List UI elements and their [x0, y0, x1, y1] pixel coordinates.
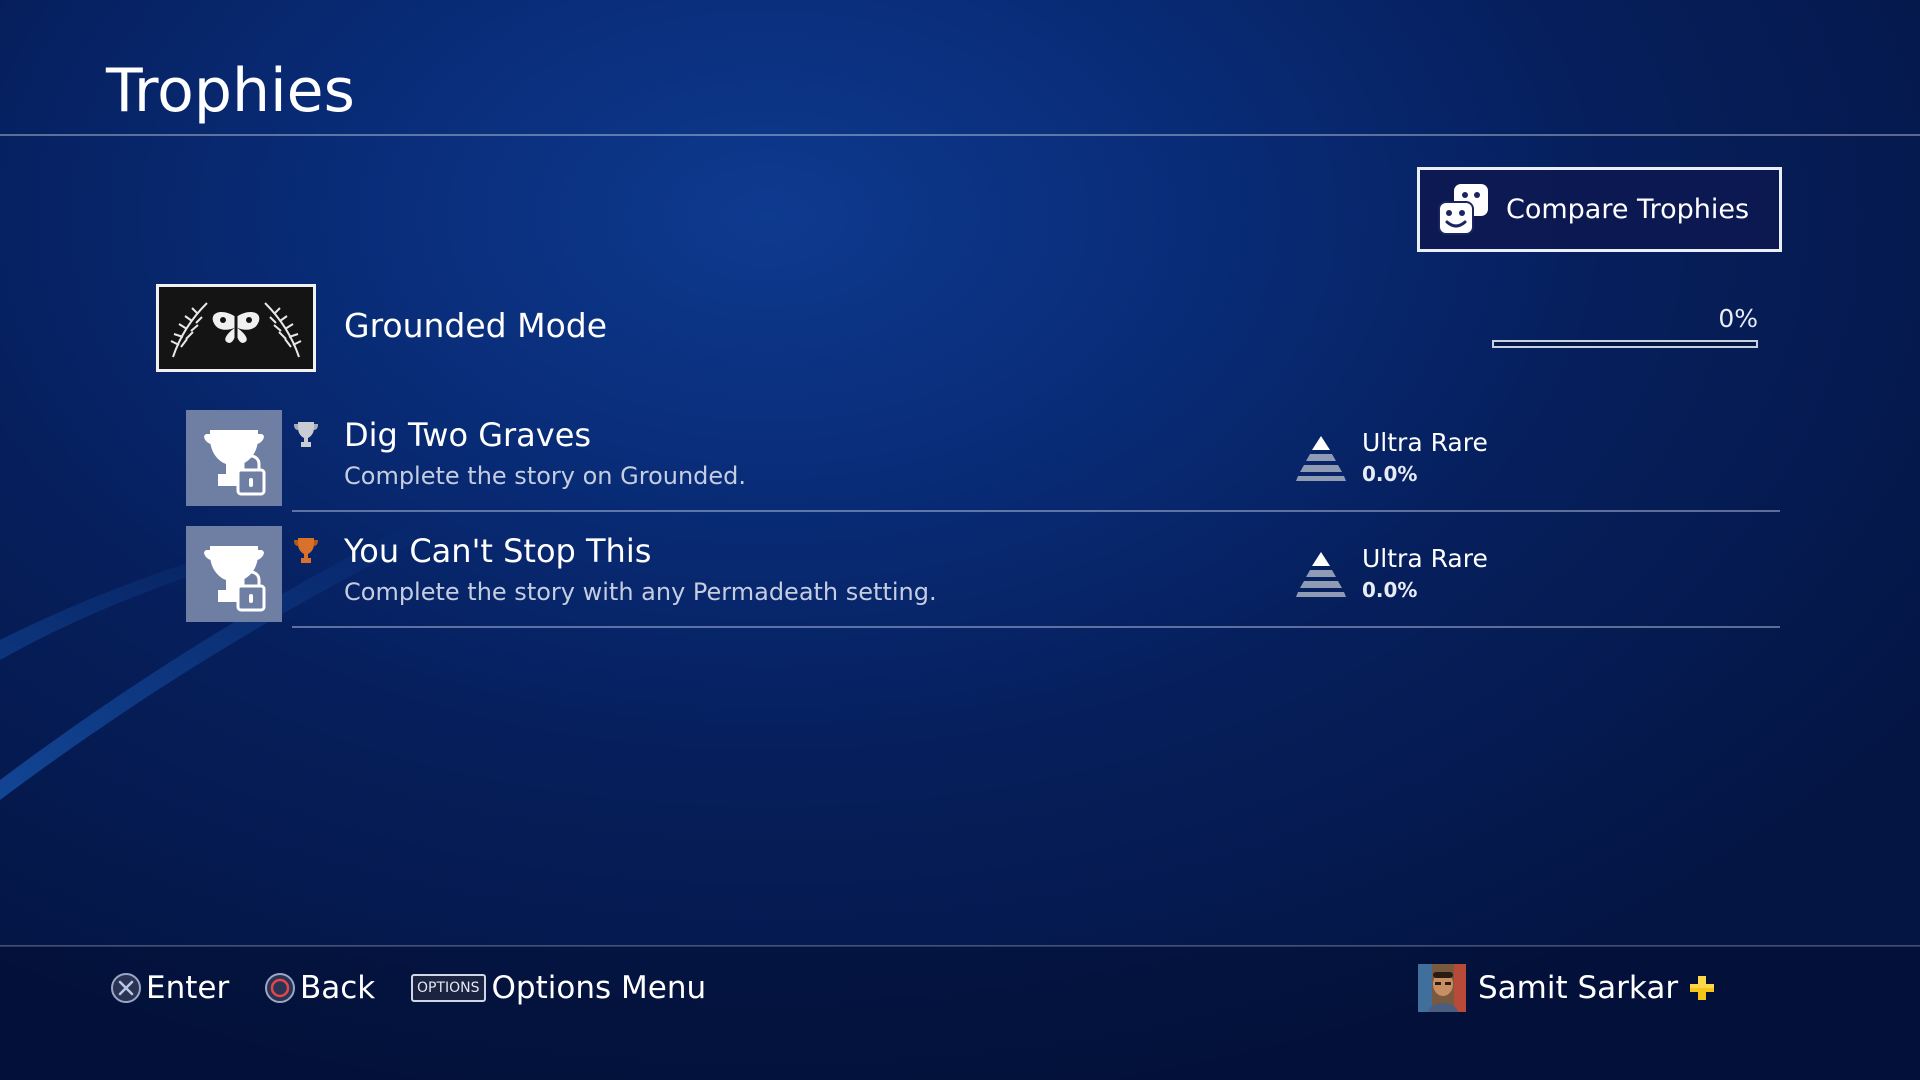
rarity-percent: 0.0% — [1362, 462, 1418, 486]
enter-hint[interactable]: Enter — [110, 966, 229, 1010]
faces-icon — [1438, 183, 1488, 235]
compare-trophies-label: Compare Trophies — [1506, 194, 1750, 225]
moth-emblem-icon — [159, 287, 313, 369]
enter-label: Enter — [146, 970, 230, 1006]
options-hint[interactable]: OPTIONS Options Menu — [411, 966, 706, 1010]
playstation-plus-icon — [1690, 976, 1715, 1000]
user-name: Samit Sarkar — [1478, 970, 1679, 1006]
locked-trophy-thumbnail — [186, 410, 282, 506]
back-label: Back — [300, 970, 376, 1006]
footer-bar: Enter Back OPTIONS Options Menu Samit Sa… — [0, 946, 1920, 1080]
row-divider — [292, 626, 1780, 628]
avatar-photo — [1418, 964, 1466, 1012]
trophy-row[interactable]: You Can't Stop This Complete the story w… — [186, 526, 1780, 628]
cross-button-icon — [111, 973, 141, 1003]
trophy-name: You Can't Stop This — [344, 532, 652, 570]
row-divider — [292, 510, 1780, 512]
trophy-name: Dig Two Graves — [344, 416, 592, 454]
trophy-description: Complete the story with any Permadeath s… — [344, 578, 937, 606]
silver-trophy-icon — [294, 422, 318, 447]
options-button-badge: OPTIONS — [411, 974, 486, 1002]
locked-trophy-icon — [204, 546, 266, 612]
rarity-pyramid-icon — [1296, 436, 1346, 481]
trophy-row[interactable]: Dig Two Graves Complete the story on Gro… — [186, 410, 1780, 512]
bronze-trophy-icon — [294, 538, 318, 563]
rarity-label: Ultra Rare — [1362, 428, 1488, 457]
rarity-pyramid-icon — [1296, 552, 1346, 597]
user-profile[interactable]: Samit Sarkar — [1418, 962, 1716, 1014]
options-menu-label: Options Menu — [491, 970, 707, 1006]
compare-trophies-button[interactable]: Compare Trophies — [1417, 167, 1782, 252]
header-divider — [0, 134, 1920, 136]
circle-button-icon — [265, 973, 295, 1003]
group-name: Grounded Mode — [344, 306, 608, 345]
page-title: Trophies — [106, 56, 355, 126]
group-thumbnail — [156, 284, 316, 372]
avatar — [1418, 964, 1466, 1012]
locked-trophy-icon — [204, 430, 266, 496]
group-progress-percent: 0% — [1718, 304, 1758, 333]
trophy-description: Complete the story on Grounded. — [344, 462, 747, 490]
trophy-group-row[interactable]: Grounded Mode 0% — [156, 284, 1758, 372]
group-progress-bar — [1492, 340, 1758, 348]
back-hint[interactable]: Back — [264, 966, 375, 1010]
rarity-percent: 0.0% — [1362, 578, 1418, 602]
rarity-label: Ultra Rare — [1362, 544, 1488, 573]
locked-trophy-thumbnail — [186, 526, 282, 622]
